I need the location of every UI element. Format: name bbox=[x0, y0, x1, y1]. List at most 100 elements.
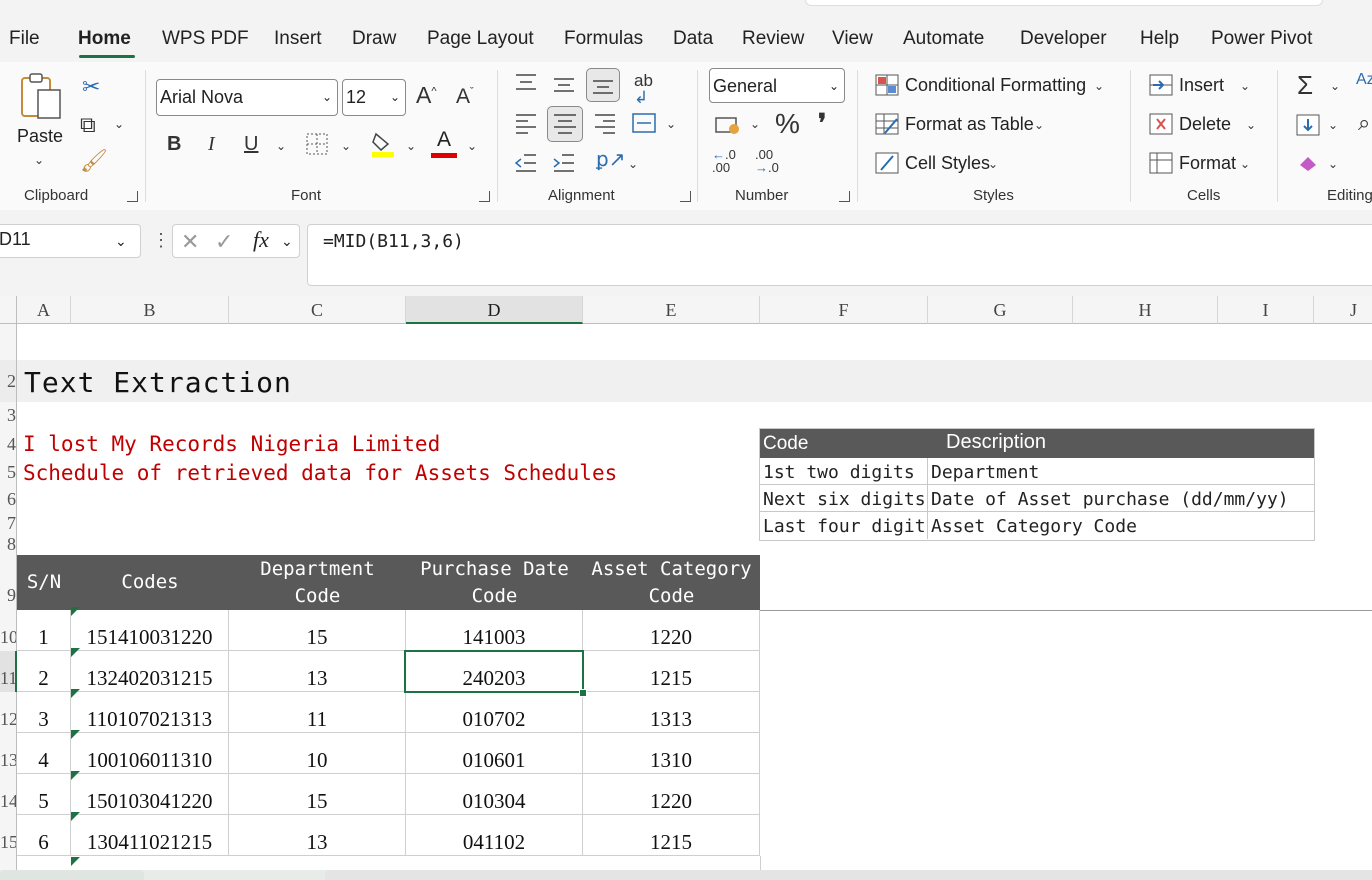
increase-decimal-icon[interactable]: ←.0.00 bbox=[712, 148, 742, 178]
number-launcher-icon[interactable] bbox=[839, 191, 850, 202]
name-box[interactable]: D11 ⌄ bbox=[0, 224, 141, 258]
code-cell[interactable]: 132402031215 bbox=[71, 651, 229, 692]
code-cell[interactable]: 150103041220 bbox=[71, 774, 229, 815]
sn-cell[interactable]: 3 bbox=[17, 692, 71, 733]
tab-data[interactable]: Data bbox=[673, 28, 713, 50]
department-code-cell[interactable]: 10 bbox=[229, 733, 406, 774]
cancel-icon[interactable]: ✕ bbox=[181, 229, 199, 255]
borders-icon[interactable] bbox=[305, 132, 329, 156]
paste-icon[interactable] bbox=[18, 72, 64, 124]
code-cell[interactable]: 130411021215 bbox=[71, 815, 229, 856]
column-header-e[interactable]: E bbox=[583, 296, 760, 324]
row-header-1[interactable] bbox=[0, 324, 17, 360]
asset-category-cell[interactable]: 1220 bbox=[583, 774, 760, 815]
insert-cells-icon[interactable] bbox=[1149, 74, 1173, 96]
copy-icon[interactable]: ⧉ bbox=[80, 114, 96, 136]
row-header-13[interactable]: 13 bbox=[0, 733, 17, 774]
column-header-j[interactable]: J bbox=[1314, 296, 1372, 324]
clipboard-launcher-icon[interactable] bbox=[127, 191, 138, 202]
formula-input[interactable]: =MID(B11,3,6) bbox=[307, 224, 1372, 286]
row-header-3[interactable]: 3 bbox=[0, 402, 17, 429]
department-code-cell[interactable]: 13 bbox=[229, 651, 406, 692]
chevron-down-icon[interactable]: ⌄ bbox=[1034, 119, 1044, 131]
orientation-dropdown-icon[interactable]: ⌄ bbox=[628, 158, 638, 170]
bold-button[interactable]: B bbox=[167, 134, 181, 154]
tab-file[interactable]: File bbox=[9, 28, 40, 50]
align-center-icon[interactable] bbox=[547, 106, 583, 142]
horizontal-scrollbar[interactable] bbox=[325, 870, 1372, 880]
code-cell[interactable]: 110107021313 bbox=[71, 692, 229, 733]
cell-styles-button[interactable]: Cell Styles bbox=[905, 153, 990, 174]
format-cells-button[interactable]: Format bbox=[1179, 153, 1236, 174]
shrink-font-icon[interactable]: Aˇ bbox=[456, 86, 474, 107]
tab-page-layout[interactable]: Page Layout bbox=[427, 28, 534, 50]
font-size-select[interactable]: 12 ⌄ bbox=[342, 79, 406, 116]
alignment-launcher-icon[interactable] bbox=[680, 191, 691, 202]
tab-view[interactable]: View bbox=[832, 28, 873, 50]
row-header-15[interactable]: 15 bbox=[0, 815, 17, 856]
align-bottom-icon[interactable] bbox=[586, 68, 620, 102]
department-code-cell[interactable]: 15 bbox=[229, 610, 406, 651]
chevron-down-icon[interactable]: ⌄ bbox=[1240, 158, 1250, 170]
accounting-dropdown-icon[interactable]: ⌄ bbox=[750, 118, 760, 130]
cut-icon[interactable]: ✂ bbox=[82, 76, 100, 98]
sheet-tab[interactable] bbox=[0, 870, 144, 880]
row-header-14[interactable]: 14 bbox=[0, 774, 17, 815]
department-code-cell[interactable]: 15 bbox=[229, 774, 406, 815]
column-header-b[interactable]: B bbox=[71, 296, 229, 324]
sort-filter-icon[interactable]: Az bbox=[1356, 72, 1372, 88]
asset-category-cell[interactable]: 1215 bbox=[583, 815, 760, 856]
more-options-icon[interactable]: ⋮ bbox=[152, 230, 170, 251]
cell-styles-icon[interactable] bbox=[875, 152, 899, 174]
font-color-icon[interactable]: A bbox=[431, 128, 457, 158]
paste-dropdown-icon[interactable]: ⌄ bbox=[34, 154, 44, 166]
underline-button[interactable]: U bbox=[244, 134, 258, 154]
align-right-icon[interactable] bbox=[593, 112, 617, 134]
department-code-cell[interactable]: 13 bbox=[229, 815, 406, 856]
worksheet-grid[interactable]: A B C D E F G H I J 2 3 4 5 6 7 8 9 10 1… bbox=[0, 296, 1372, 880]
fill-color-icon[interactable] bbox=[370, 130, 396, 158]
search-box[interactable] bbox=[805, 0, 1323, 6]
row-header-4[interactable]: 4 bbox=[0, 429, 17, 459]
orientation-icon[interactable]: ꝑ↗ bbox=[596, 150, 625, 170]
tab-help[interactable]: Help bbox=[1140, 28, 1179, 50]
fill-handle[interactable] bbox=[579, 689, 587, 697]
sn-cell[interactable]: 1 bbox=[17, 610, 71, 651]
chevron-down-icon[interactable]: ⌄ bbox=[1330, 80, 1340, 92]
format-painter-icon[interactable]: 🖌 bbox=[80, 150, 108, 172]
fill-icon[interactable] bbox=[1296, 114, 1320, 136]
tab-draw[interactable]: Draw bbox=[352, 28, 396, 50]
underline-dropdown-icon[interactable]: ⌄ bbox=[276, 140, 286, 152]
row-header-5[interactable]: 5 bbox=[0, 459, 17, 486]
row-header-9[interactable]: 9 bbox=[0, 555, 17, 610]
increase-indent-icon[interactable] bbox=[552, 152, 576, 174]
insert-function-button[interactable]: fx bbox=[253, 227, 269, 253]
department-code-cell[interactable]: 11 bbox=[229, 692, 406, 733]
sn-cell[interactable]: 5 bbox=[17, 774, 71, 815]
column-header-d[interactable]: D bbox=[406, 296, 583, 324]
find-icon[interactable]: ⌕ bbox=[1358, 112, 1370, 134]
purchase-date-cell[interactable]: 041102 bbox=[406, 815, 583, 856]
asset-category-cell[interactable]: 1313 bbox=[583, 692, 760, 733]
insert-cells-button[interactable]: Insert bbox=[1179, 75, 1224, 96]
row-header-11[interactable]: 11 bbox=[0, 651, 17, 692]
chevron-down-icon[interactable]: ⌄ bbox=[1328, 158, 1338, 170]
column-header-h[interactable]: H bbox=[1073, 296, 1218, 324]
tab-wps-pdf[interactable]: WPS PDF bbox=[162, 28, 249, 50]
percent-style-button[interactable]: % bbox=[775, 110, 800, 138]
font-color-dropdown-icon[interactable]: ⌄ bbox=[467, 140, 477, 152]
chevron-down-icon[interactable]: ⌄ bbox=[1240, 80, 1250, 92]
select-all-corner[interactable] bbox=[0, 296, 17, 324]
align-middle-icon[interactable] bbox=[552, 74, 576, 96]
enter-icon[interactable]: ✓ bbox=[215, 229, 233, 255]
column-header-a[interactable]: A bbox=[17, 296, 71, 324]
borders-dropdown-icon[interactable]: ⌄ bbox=[341, 140, 351, 152]
align-top-icon[interactable] bbox=[514, 72, 538, 94]
decrease-indent-icon[interactable] bbox=[514, 152, 538, 174]
column-header-i[interactable]: I bbox=[1218, 296, 1314, 324]
comma-style-button[interactable]: ❜ bbox=[818, 110, 826, 136]
font-launcher-icon[interactable] bbox=[479, 191, 490, 202]
sn-cell[interactable]: 6 bbox=[17, 815, 71, 856]
asset-category-cell[interactable]: 1310 bbox=[583, 733, 760, 774]
tab-automate[interactable]: Automate bbox=[903, 28, 984, 50]
